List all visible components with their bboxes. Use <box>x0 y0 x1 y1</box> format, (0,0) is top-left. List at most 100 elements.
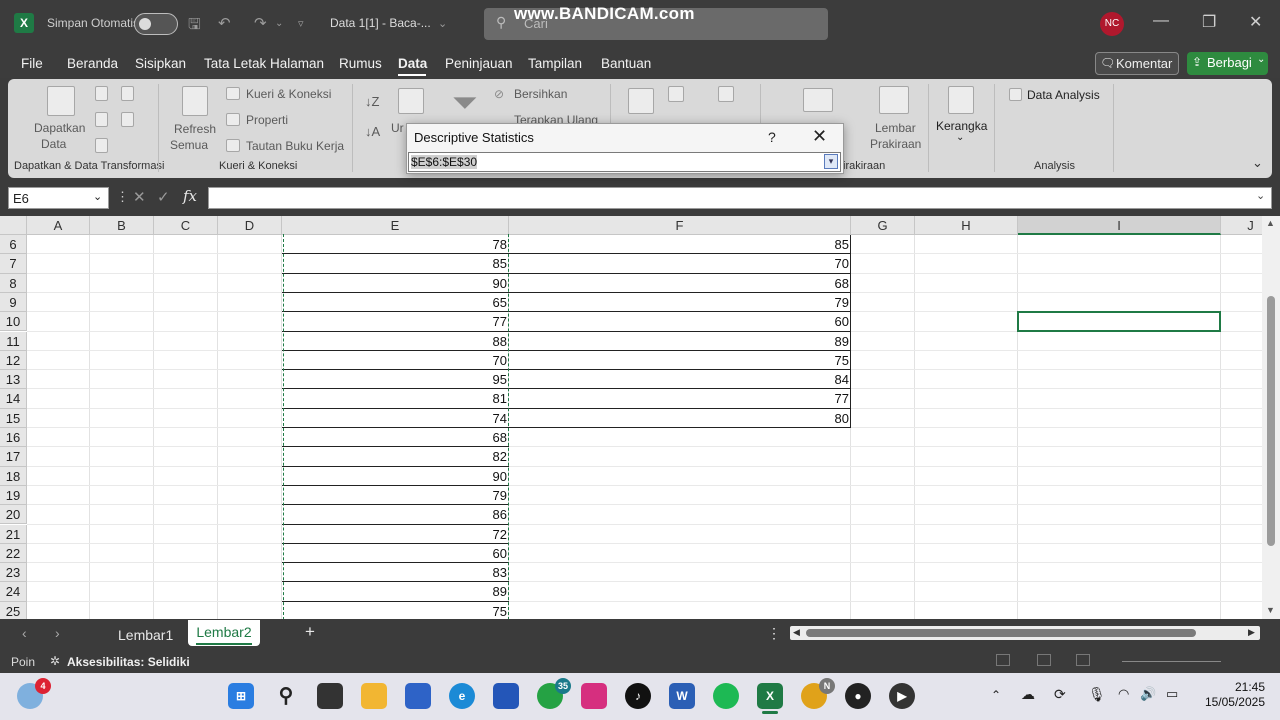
help-icon[interactable]: ? <box>768 129 776 145</box>
column-header[interactable]: F <box>509 216 851 235</box>
column-header[interactable]: I <box>1018 216 1221 235</box>
row-header[interactable]: 23 <box>0 563 27 583</box>
battery-icon[interactable]: ▭ <box>1166 686 1178 702</box>
sheet-options-icon[interactable]: ⋮ <box>767 625 781 642</box>
vertical-scroll-thumb[interactable] <box>1267 296 1275 546</box>
word-icon[interactable]: W <box>669 683 695 709</box>
cancel-entry-icon[interactable]: ✕ <box>133 188 146 206</box>
customize-toolbar-icon[interactable]: ▿ <box>298 17 304 30</box>
cell-f[interactable]: 80 <box>509 409 851 428</box>
page-layout-icon[interactable] <box>1037 654 1051 666</box>
menu-peninjauan[interactable]: Peninjauan <box>445 56 513 71</box>
row-header[interactable]: 18 <box>0 466 27 486</box>
cell-f[interactable]: 85 <box>509 235 851 254</box>
row-header[interactable]: 21 <box>0 524 27 544</box>
formula-bar-options-icon[interactable]: ⋮ <box>116 189 129 205</box>
recent-sources-icon[interactable] <box>121 112 134 127</box>
cell-f[interactable]: 77 <box>509 389 851 408</box>
redo-icon[interactable]: ↷ <box>254 14 267 32</box>
tiktok-icon[interactable]: ♪ <box>625 683 651 709</box>
workbook-links-button[interactable]: Tautan Buku Kerja <box>246 139 344 153</box>
scroll-left-icon[interactable]: ◀ <box>793 627 800 638</box>
store-icon[interactable] <box>405 683 431 709</box>
accessibility-status[interactable]: Aksesibilitas: Selidiki <box>67 655 190 669</box>
menu-bantuan[interactable]: Bantuan <box>601 56 651 71</box>
dialog-close-icon[interactable]: ✕ <box>812 126 827 147</box>
horizontal-scrollbar[interactable]: ◀ ▶ <box>790 626 1260 640</box>
autosave-toggle[interactable] <box>134 13 178 35</box>
cell-f[interactable]: 79 <box>509 293 851 312</box>
column-header[interactable]: D <box>218 216 282 235</box>
insert-function-icon[interactable]: fx <box>183 187 197 205</box>
row-header[interactable]: 7 <box>0 254 27 274</box>
sort-icon[interactable] <box>398 88 424 114</box>
existing-connections-icon[interactable] <box>95 138 108 153</box>
cell-f[interactable]: 60 <box>509 312 851 331</box>
row-header[interactable]: 15 <box>0 408 27 428</box>
row-header[interactable]: 20 <box>0 505 27 525</box>
whatsapp-icon[interactable]: 35 <box>537 678 571 709</box>
zoom-slider[interactable] <box>1122 661 1221 662</box>
row-header[interactable]: 14 <box>0 389 27 409</box>
avatar[interactable]: NC <box>1100 12 1124 36</box>
edge-icon[interactable]: e <box>449 683 475 709</box>
tray-overflow-icon[interactable]: ⌃ <box>991 688 1001 702</box>
sync-icon[interactable]: ⟳ <box>1054 686 1066 703</box>
instagram-icon[interactable] <box>581 683 607 709</box>
expand-formula-icon[interactable]: ⌄ <box>1256 189 1265 202</box>
task-view-icon[interactable] <box>317 683 343 709</box>
menu-tampilan[interactable]: Tampilan <box>528 56 582 71</box>
column-header[interactable]: A <box>27 216 90 235</box>
column-header[interactable]: C <box>154 216 218 235</box>
name-box[interactable]: E6 ⌄ <box>8 187 109 209</box>
page-break-icon[interactable] <box>1076 654 1090 666</box>
confirm-entry-icon[interactable]: ✓ <box>157 188 170 206</box>
flash-fill-icon[interactable] <box>668 86 684 102</box>
volume-icon[interactable]: 🔊 <box>1140 686 1156 702</box>
clear-button[interactable]: Bersihkan <box>514 87 567 101</box>
scroll-right-icon[interactable]: ▶ <box>1248 627 1255 638</box>
cell-f[interactable]: 70 <box>509 254 851 273</box>
row-header[interactable]: 10 <box>0 312 27 332</box>
comment-button[interactable]: 🗨 Komentar <box>1095 52 1179 75</box>
onedrive-icon[interactable]: ☁ <box>1021 686 1035 703</box>
get-data-label[interactable]: Dapatkan <box>34 121 85 135</box>
consolidate-icon[interactable] <box>718 86 734 102</box>
microphone-icon[interactable]: 🎙 <box>1088 686 1106 703</box>
formula-input[interactable] <box>208 187 1272 209</box>
refresh-label-2[interactable]: Semua <box>170 138 208 152</box>
column-header[interactable]: E <box>282 216 509 235</box>
row-header[interactable]: 25 <box>0 601 27 619</box>
next-sheet-icon[interactable]: › <box>55 625 60 641</box>
horizontal-scroll-thumb[interactable] <box>806 629 1196 637</box>
chrome-icon[interactable]: N <box>801 678 835 709</box>
menu-data[interactable]: Data <box>398 56 427 71</box>
column-header[interactable]: J <box>1221 216 1262 235</box>
row-header[interactable]: 9 <box>0 292 27 313</box>
input-range-field[interactable]: $E$6:$E$30 <box>408 152 841 172</box>
menu-beranda[interactable]: Beranda <box>67 56 118 71</box>
queries-connections-button[interactable]: Kueri & Koneksi <box>246 87 331 101</box>
sheet-tab-lembar1[interactable]: Lembar1 <box>118 627 173 643</box>
row-header[interactable]: 17 <box>0 447 27 467</box>
sort-label[interactable]: Ur <box>391 121 404 135</box>
restore-icon[interactable]: ❐ <box>1202 12 1216 32</box>
filter-icon[interactable]: ⏷ <box>452 84 478 122</box>
data-analysis-button[interactable]: Data Analysis <box>1027 88 1100 102</box>
row-header[interactable]: 19 <box>0 485 27 506</box>
copilot-app-icon[interactable] <box>493 683 519 709</box>
select-all-corner[interactable] <box>0 216 27 235</box>
get-data-label-2[interactable]: Data <box>41 137 66 151</box>
scroll-down-icon[interactable]: ▼ <box>1266 605 1275 615</box>
outline-button[interactable]: Kerangka <box>936 119 987 133</box>
row-header[interactable]: 24 <box>0 582 27 602</box>
vertical-scrollbar[interactable]: ▲ ▼ <box>1262 216 1280 619</box>
from-web-icon[interactable] <box>121 86 134 101</box>
close-window-icon[interactable]: ✕ <box>1249 12 1262 32</box>
windows-start-icon[interactable]: ⊞ <box>228 683 254 709</box>
worksheet-grid[interactable]: A B C D E F G H I J 6 7 8 9 10 11 12 13 14 15 16 17… <box>0 216 1262 619</box>
weather-icon[interactable]: 4 <box>17 678 51 709</box>
refresh-label[interactable]: Refresh <box>174 122 216 136</box>
cell-f[interactable]: 75 <box>509 351 851 370</box>
menu-file[interactable]: File <box>21 56 43 71</box>
